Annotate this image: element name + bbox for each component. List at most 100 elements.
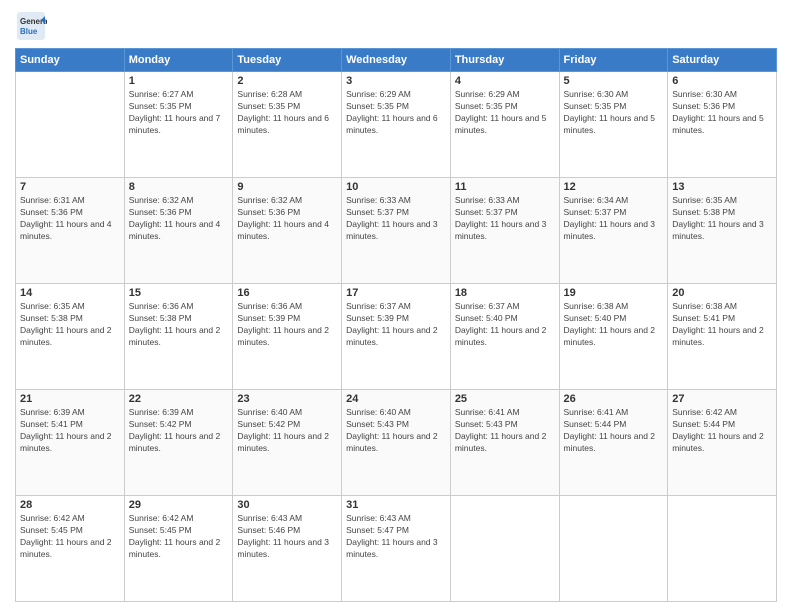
header: General Blue xyxy=(15,10,777,42)
day-info: Sunrise: 6:34 AMSunset: 5:37 PMDaylight:… xyxy=(564,195,664,243)
weekday-header-row: SundayMondayTuesdayWednesdayThursdayFrid… xyxy=(16,49,777,72)
calendar-week-4: 21 Sunrise: 6:39 AMSunset: 5:41 PMDayligh… xyxy=(16,390,777,496)
calendar-table: SundayMondayTuesdayWednesdayThursdayFrid… xyxy=(15,48,777,602)
day-number: 5 xyxy=(564,75,664,87)
calendar-cell: 30 Sunrise: 6:43 AMSunset: 5:46 PMDayligh… xyxy=(233,496,342,602)
day-number: 28 xyxy=(20,499,120,511)
day-number: 15 xyxy=(129,287,229,299)
calendar-cell: 4 Sunrise: 6:29 AMSunset: 5:35 PMDaylight… xyxy=(450,72,559,178)
day-info: Sunrise: 6:36 AMSunset: 5:39 PMDaylight:… xyxy=(237,301,337,349)
day-number: 2 xyxy=(237,75,337,87)
day-info: Sunrise: 6:39 AMSunset: 5:41 PMDaylight:… xyxy=(20,407,120,455)
calendar-cell: 6Sunrise: 6:30 AMSunset: 5:36 PMDaylight… xyxy=(668,72,777,178)
calendar-cell: 11 Sunrise: 6:33 AMSunset: 5:37 PMDayligh… xyxy=(450,178,559,284)
calendar-cell: 21 Sunrise: 6:39 AMSunset: 5:41 PMDayligh… xyxy=(16,390,125,496)
calendar-cell: 1 Sunrise: 6:27 AMSunset: 5:35 PMDaylight… xyxy=(124,72,233,178)
day-number: 26 xyxy=(564,393,664,405)
calendar-cell: 24 Sunrise: 6:40 AMSunset: 5:43 PMDayligh… xyxy=(342,390,451,496)
day-info: Sunrise: 6:39 AMSunset: 5:42 PMDaylight:… xyxy=(129,407,229,455)
day-number: 12 xyxy=(564,181,664,193)
day-number: 30 xyxy=(237,499,337,511)
day-info: Sunrise: 6:30 AMSunset: 5:36 PMDaylight:… xyxy=(672,89,772,137)
day-number: 1 xyxy=(129,75,229,87)
day-info: Sunrise: 6:42 AMSunset: 5:45 PMDaylight:… xyxy=(129,513,229,561)
day-number: 22 xyxy=(129,393,229,405)
day-info: Sunrise: 6:30 AMSunset: 5:35 PMDaylight:… xyxy=(564,89,664,137)
day-number: 13 xyxy=(672,181,772,193)
calendar-cell: 3 Sunrise: 6:29 AMSunset: 5:35 PMDaylight… xyxy=(342,72,451,178)
day-number: 31 xyxy=(346,499,446,511)
day-info: Sunrise: 6:29 AMSunset: 5:35 PMDaylight:… xyxy=(455,89,555,137)
day-number: 7 xyxy=(20,181,120,193)
day-number: 11 xyxy=(455,181,555,193)
day-number: 4 xyxy=(455,75,555,87)
calendar-cell: 18Sunrise: 6:37 AMSunset: 5:40 PMDayligh… xyxy=(450,284,559,390)
calendar-cell: 9Sunrise: 6:32 AMSunset: 5:36 PMDaylight… xyxy=(233,178,342,284)
day-info: Sunrise: 6:42 AMSunset: 5:44 PMDaylight:… xyxy=(672,407,772,455)
calendar-cell: 23 Sunrise: 6:40 AMSunset: 5:42 PMDayligh… xyxy=(233,390,342,496)
day-info: Sunrise: 6:27 AMSunset: 5:35 PMDaylight:… xyxy=(129,89,229,137)
weekday-header-wednesday: Wednesday xyxy=(342,49,451,72)
calendar-cell xyxy=(450,496,559,602)
calendar-cell: 16 Sunrise: 6:36 AMSunset: 5:39 PMDayligh… xyxy=(233,284,342,390)
calendar-cell: 25 Sunrise: 6:41 AMSunset: 5:43 PMDayligh… xyxy=(450,390,559,496)
calendar-cell: 2 Sunrise: 6:28 AMSunset: 5:35 PMDaylight… xyxy=(233,72,342,178)
weekday-header-friday: Friday xyxy=(559,49,668,72)
day-info: Sunrise: 6:41 AMSunset: 5:43 PMDaylight:… xyxy=(455,407,555,455)
calendar-week-3: 14Sunrise: 6:35 AMSunset: 5:38 PMDayligh… xyxy=(16,284,777,390)
calendar-cell: 26 Sunrise: 6:41 AMSunset: 5:44 PMDayligh… xyxy=(559,390,668,496)
day-info: Sunrise: 6:33 AMSunset: 5:37 PMDaylight:… xyxy=(455,195,555,243)
calendar-cell: 17 Sunrise: 6:37 AMSunset: 5:39 PMDayligh… xyxy=(342,284,451,390)
calendar-cell: 5 Sunrise: 6:30 AMSunset: 5:35 PMDaylight… xyxy=(559,72,668,178)
day-number: 21 xyxy=(20,393,120,405)
day-info: Sunrise: 6:43 AMSunset: 5:46 PMDaylight:… xyxy=(237,513,337,561)
logo: General Blue xyxy=(15,10,47,42)
calendar-cell: 8 Sunrise: 6:32 AMSunset: 5:36 PMDaylight… xyxy=(124,178,233,284)
day-info: Sunrise: 6:31 AMSunset: 5:36 PMDaylight:… xyxy=(20,195,120,243)
day-info: Sunrise: 6:29 AMSunset: 5:35 PMDaylight:… xyxy=(346,89,446,137)
calendar-cell: 10 Sunrise: 6:33 AMSunset: 5:37 PMDayligh… xyxy=(342,178,451,284)
calendar-cell: 14Sunrise: 6:35 AMSunset: 5:38 PMDayligh… xyxy=(16,284,125,390)
day-info: Sunrise: 6:36 AMSunset: 5:38 PMDaylight:… xyxy=(129,301,229,349)
calendar-cell: 15 Sunrise: 6:36 AMSunset: 5:38 PMDayligh… xyxy=(124,284,233,390)
day-info: Sunrise: 6:40 AMSunset: 5:42 PMDaylight:… xyxy=(237,407,337,455)
day-info: Sunrise: 6:41 AMSunset: 5:44 PMDaylight:… xyxy=(564,407,664,455)
weekday-header-saturday: Saturday xyxy=(668,49,777,72)
day-number: 16 xyxy=(237,287,337,299)
day-number: 8 xyxy=(129,181,229,193)
day-number: 17 xyxy=(346,287,446,299)
day-number: 14 xyxy=(20,287,120,299)
day-info: Sunrise: 6:42 AMSunset: 5:45 PMDaylight:… xyxy=(20,513,120,561)
day-number: 10 xyxy=(346,181,446,193)
calendar-cell: 28 Sunrise: 6:42 AMSunset: 5:45 PMDayligh… xyxy=(16,496,125,602)
calendar-week-1: 1 Sunrise: 6:27 AMSunset: 5:35 PMDaylight… xyxy=(16,72,777,178)
day-info: Sunrise: 6:32 AMSunset: 5:36 PMDaylight:… xyxy=(129,195,229,243)
weekday-header-thursday: Thursday xyxy=(450,49,559,72)
weekday-header-tuesday: Tuesday xyxy=(233,49,342,72)
calendar-cell: 7 Sunrise: 6:31 AMSunset: 5:36 PMDaylight… xyxy=(16,178,125,284)
day-number: 3 xyxy=(346,75,446,87)
day-number: 24 xyxy=(346,393,446,405)
svg-text:Blue: Blue xyxy=(20,27,38,36)
day-number: 23 xyxy=(237,393,337,405)
calendar-week-2: 7 Sunrise: 6:31 AMSunset: 5:36 PMDaylight… xyxy=(16,178,777,284)
calendar-cell xyxy=(559,496,668,602)
day-number: 27 xyxy=(672,393,772,405)
calendar-cell xyxy=(668,496,777,602)
day-info: Sunrise: 6:43 AMSunset: 5:47 PMDaylight:… xyxy=(346,513,446,561)
calendar-cell: 31 Sunrise: 6:43 AMSunset: 5:47 PMDayligh… xyxy=(342,496,451,602)
calendar-cell xyxy=(16,72,125,178)
day-info: Sunrise: 6:28 AMSunset: 5:35 PMDaylight:… xyxy=(237,89,337,137)
day-info: Sunrise: 6:40 AMSunset: 5:43 PMDaylight:… xyxy=(346,407,446,455)
calendar-cell: 27 Sunrise: 6:42 AMSunset: 5:44 PMDayligh… xyxy=(668,390,777,496)
day-info: Sunrise: 6:35 AMSunset: 5:38 PMDaylight:… xyxy=(672,195,772,243)
day-number: 25 xyxy=(455,393,555,405)
logo-icon: General Blue xyxy=(15,10,47,42)
day-info: Sunrise: 6:38 AMSunset: 5:41 PMDaylight:… xyxy=(672,301,772,349)
day-number: 18 xyxy=(455,287,555,299)
day-info: Sunrise: 6:37 AMSunset: 5:39 PMDaylight:… xyxy=(346,301,446,349)
weekday-header-sunday: Sunday xyxy=(16,49,125,72)
calendar-week-5: 28 Sunrise: 6:42 AMSunset: 5:45 PMDayligh… xyxy=(16,496,777,602)
day-info: Sunrise: 6:33 AMSunset: 5:37 PMDaylight:… xyxy=(346,195,446,243)
day-info: Sunrise: 6:38 AMSunset: 5:40 PMDaylight:… xyxy=(564,301,664,349)
